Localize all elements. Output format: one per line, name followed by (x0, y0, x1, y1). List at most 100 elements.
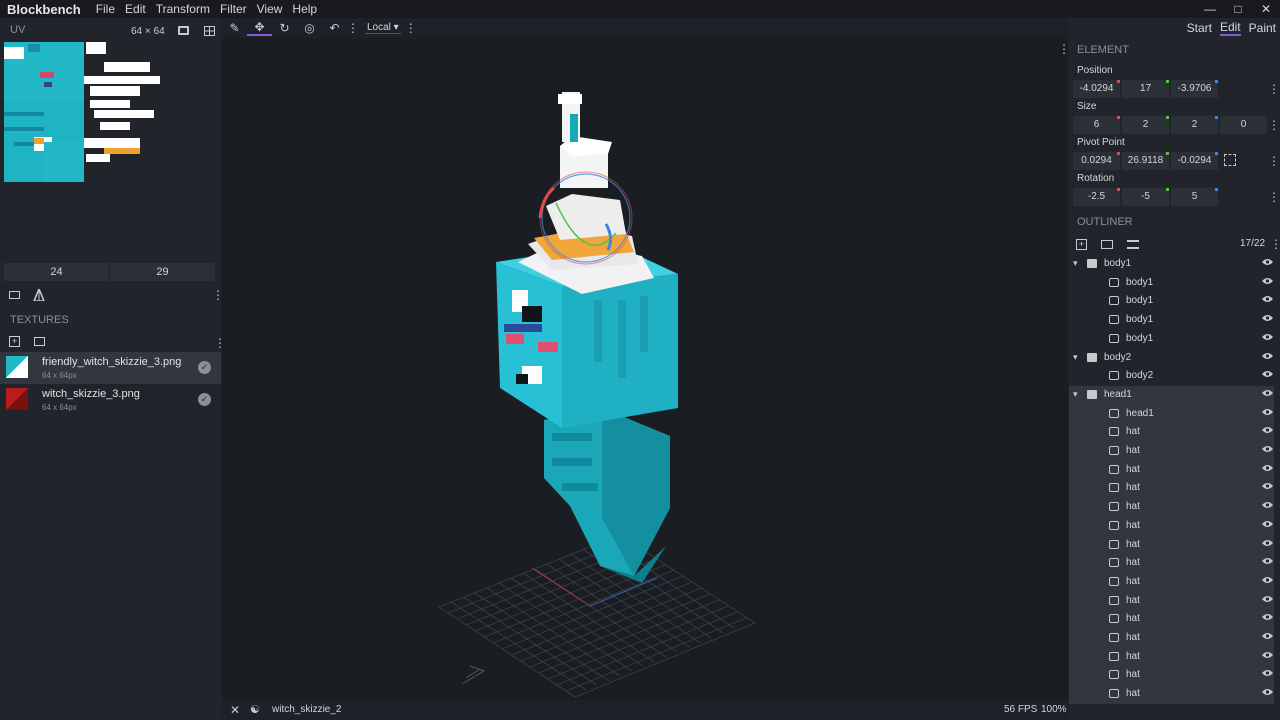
outliner-cube[interactable]: hat (1069, 535, 1274, 555)
outliner-cube[interactable]: hat (1069, 423, 1274, 443)
3d-viewport[interactable]: ⋮ (222, 38, 1068, 700)
rotation-x-field[interactable]: -2.5 (1073, 188, 1120, 206)
visibility-eye-icon[interactable] (1262, 352, 1273, 362)
center-pivot-icon[interactable] (1224, 154, 1236, 166)
import-texture-icon[interactable]: + (9, 336, 20, 347)
size-y-field[interactable]: 2 (1122, 116, 1169, 134)
close-window-icon[interactable]: ✕ (1252, 0, 1280, 18)
outliner-cube[interactable]: body1 (1069, 311, 1274, 330)
outliner-cube[interactable]: body1 (1069, 292, 1274, 311)
rotation-y-field[interactable]: -5 (1122, 188, 1169, 206)
vertex-snap-icon[interactable]: ✎ (222, 21, 247, 35)
outliner-cube[interactable]: body2 (1069, 367, 1274, 386)
pivot-z-field[interactable]: -0.0294 (1171, 152, 1218, 170)
chevron-down-icon[interactable]: ▾ (1073, 389, 1078, 400)
outliner-cube[interactable]: hat (1069, 442, 1274, 461)
visibility-eye-icon[interactable] (1262, 277, 1273, 287)
toolbar-menu-icon[interactable]: ⋮ (347, 21, 359, 35)
transform-space-dropdown[interactable]: Local ▾ (365, 22, 401, 34)
visibility-eye-icon[interactable] (1262, 501, 1273, 511)
visibility-eye-icon[interactable] (1262, 408, 1273, 418)
project-name[interactable]: witch_skizzie_2 (272, 704, 341, 715)
visibility-eye-icon[interactable] (1262, 333, 1273, 343)
position-y-field[interactable]: 17 (1122, 80, 1169, 98)
uv-value-u[interactable]: 24 (4, 263, 110, 281)
uv-texture-preview[interactable] (4, 42, 160, 182)
chevron-down-icon[interactable]: ▾ (1073, 352, 1078, 363)
outliner-group[interactable]: ▾ head1 (1069, 385, 1274, 405)
mode-paint[interactable]: Paint (1249, 21, 1276, 35)
fullscreen-icon[interactable] (178, 26, 189, 35)
outliner-cube[interactable]: hat (1069, 685, 1274, 705)
visibility-eye-icon[interactable] (1262, 539, 1273, 549)
texture-item[interactable]: friendly_witch_skizzie_3.png 64 x 64px ✓ (0, 352, 221, 384)
add-group-icon[interactable] (1101, 240, 1113, 249)
position-x-field[interactable]: -4.0294 (1073, 80, 1120, 98)
menu-transform[interactable]: Transform (151, 2, 215, 16)
visibility-eye-icon[interactable] (1262, 445, 1273, 455)
outliner-cube[interactable]: body1 (1069, 274, 1274, 293)
visibility-eye-icon[interactable] (1262, 651, 1273, 661)
undo-icon[interactable]: ↶ (322, 21, 347, 35)
outliner-cube[interactable]: hat (1069, 647, 1274, 667)
pivot-menu-icon[interactable]: ⋮ (1268, 154, 1280, 168)
inflate-field[interactable]: 0 (1220, 116, 1267, 134)
visibility-eye-icon[interactable] (1262, 370, 1273, 380)
visibility-eye-icon[interactable] (1262, 632, 1273, 642)
uv-value-v[interactable]: 29 (110, 263, 216, 281)
visibility-eye-icon[interactable] (1262, 426, 1273, 436)
chevron-down-icon[interactable]: ▾ (1073, 258, 1078, 269)
menu-view[interactable]: View (252, 2, 288, 16)
outliner-group[interactable]: ▾ body2 (1069, 349, 1274, 368)
visibility-eye-icon[interactable] (1262, 595, 1273, 605)
outliner-cube[interactable]: hat (1069, 629, 1274, 648)
visibility-eye-icon[interactable] (1262, 295, 1273, 305)
move-tool-icon[interactable]: ✥ (247, 20, 272, 36)
rotation-z-field[interactable]: 5 (1171, 188, 1218, 206)
mode-edit[interactable]: Edit (1219, 20, 1241, 36)
outliner-cube[interactable]: hat (1069, 554, 1274, 574)
size-z-field[interactable]: 2 (1171, 116, 1218, 134)
visibility-eye-icon[interactable] (1262, 258, 1273, 268)
visibility-eye-icon[interactable] (1262, 464, 1273, 474)
outliner-cube[interactable]: hat (1069, 572, 1274, 592)
visibility-eye-icon[interactable] (1262, 314, 1273, 324)
pivot-tool-icon[interactable]: ◎ (297, 21, 322, 35)
menu-file[interactable]: File (91, 2, 120, 16)
texture-item[interactable]: witch_skizzie_3.png 64 x 64px ✓ (0, 384, 221, 416)
visibility-eye-icon[interactable] (1262, 520, 1273, 530)
outliner-cube[interactable]: hat (1069, 479, 1274, 499)
outliner-group[interactable]: ▾ body1 (1069, 255, 1274, 274)
pivot-y-field[interactable]: 26.9118 (1122, 152, 1169, 170)
check-icon[interactable]: ✓ (198, 361, 211, 374)
save-texture-icon[interactable] (34, 337, 45, 346)
outliner-cube[interactable]: hat (1069, 666, 1274, 686)
visibility-eye-icon[interactable] (1262, 482, 1273, 492)
visibility-eye-icon[interactable] (1262, 688, 1273, 698)
rotation-menu-icon[interactable]: ⋮ (1268, 190, 1280, 204)
maximize-icon[interactable]: □ (1224, 0, 1252, 18)
outliner-cube[interactable]: body1 (1069, 330, 1274, 349)
outliner-menu-icon[interactable]: ⋮ (1270, 237, 1280, 251)
collapse-all-icon[interactable] (1127, 240, 1139, 249)
outliner-cube[interactable]: hat (1069, 498, 1274, 518)
mirror-icon[interactable] (32, 287, 46, 304)
menu-help[interactable]: Help (287, 2, 322, 16)
outliner-cube[interactable]: hat (1069, 516, 1274, 536)
outliner-cube[interactable]: hat (1069, 591, 1274, 611)
pivot-x-field[interactable]: 0.0294 (1073, 152, 1120, 170)
close-project-icon[interactable]: ✕ (230, 703, 240, 717)
viewport-menu-icon[interactable]: ⋮ (1058, 42, 1068, 56)
position-menu-icon[interactable]: ⋮ (1268, 82, 1280, 96)
size-menu-icon[interactable]: ⋮ (1268, 118, 1280, 132)
check-icon[interactable]: ✓ (198, 393, 211, 406)
visibility-eye-icon[interactable] (1262, 613, 1273, 623)
outliner-cube[interactable]: hat (1069, 460, 1274, 480)
rotate-tool-icon[interactable]: ↻ (272, 21, 297, 35)
visibility-eye-icon[interactable] (1262, 389, 1273, 399)
outliner-cube[interactable]: head1 (1069, 404, 1274, 424)
toolbar-overflow-icon[interactable]: ⋮ (401, 21, 421, 35)
visibility-eye-icon[interactable] (1262, 576, 1273, 586)
mode-start[interactable]: Start (1187, 21, 1212, 35)
face-mode-icon[interactable] (9, 291, 20, 299)
